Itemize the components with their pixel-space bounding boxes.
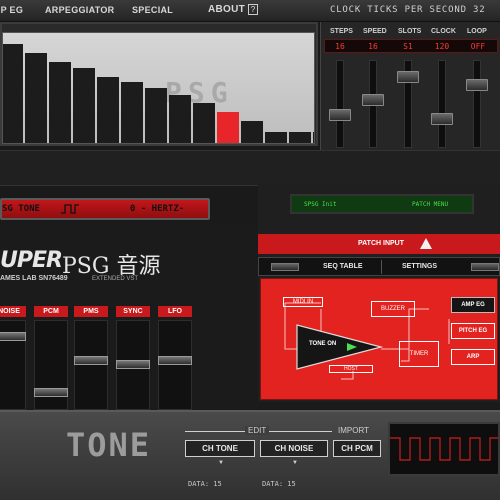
- patch-input-label: PATCH INPUT: [358, 240, 405, 247]
- tone-name: SG TONE: [2, 204, 40, 214]
- patch-routing-area: MIDI IN BUZZER TONE ON TIMER HOST AMP EG…: [260, 278, 498, 400]
- sequencer-slider-knob[interactable]: [329, 109, 351, 122]
- tab-divider: [381, 260, 382, 274]
- buzzer-node[interactable]: BUZZER: [371, 301, 415, 317]
- import-label: IMPORT: [338, 426, 369, 435]
- triangle-up-icon: [420, 238, 432, 249]
- about-help-icon[interactable]: ?: [248, 4, 258, 15]
- oscilloscope: [388, 422, 500, 476]
- middle-strip: [0, 150, 500, 186]
- channel-fader-slot[interactable]: [158, 320, 192, 410]
- clock-value[interactable]: 120: [427, 42, 457, 51]
- bar-column[interactable]: [193, 103, 215, 143]
- channel-fader-knob[interactable]: [116, 360, 150, 369]
- square-wave-scope: [390, 437, 498, 461]
- bottom-bar: TONE EDIT IMPORT CH TONE CH NOISE CH PCM…: [0, 410, 500, 500]
- bar-column[interactable]: [313, 132, 314, 143]
- channel-fader-knob[interactable]: [0, 332, 26, 341]
- slots-value[interactable]: S1: [393, 42, 423, 51]
- loop-header: LOOP: [467, 28, 487, 35]
- tone-on-node[interactable]: [295, 323, 385, 371]
- bar-column[interactable]: [49, 62, 71, 143]
- patch-name: SPSG Init: [304, 201, 337, 208]
- bar-column[interactable]: [265, 132, 287, 143]
- bar-column[interactable]: [241, 121, 263, 143]
- patch-input-bar[interactable]: PATCH INPUT: [258, 234, 500, 254]
- settings-toggle[interactable]: [471, 263, 499, 271]
- ch-tone-arrow-icon[interactable]: ▼: [218, 460, 224, 466]
- loop-value[interactable]: OFF: [463, 42, 493, 51]
- host-node[interactable]: HOST: [329, 365, 373, 373]
- bar-column[interactable]: [3, 44, 23, 143]
- menu-about[interactable]: ABOUT: [208, 4, 245, 15]
- channel-fader-knob[interactable]: [158, 356, 192, 365]
- logo-extended: EXTENDED VST: [92, 276, 139, 282]
- tone-display[interactable]: SG TONE 0 - HERTZ-: [0, 198, 210, 220]
- bar-column[interactable]: [97, 77, 119, 143]
- edit-label: EDIT: [245, 426, 270, 435]
- pitch-eg-node[interactable]: PITCH EG: [451, 323, 495, 339]
- tab-settings[interactable]: SETTINGS: [402, 263, 437, 270]
- bar-column[interactable]: [289, 132, 311, 143]
- channel-fader-slot[interactable]: [74, 320, 108, 410]
- patch-tabs: SEQ TABLE SETTINGS: [258, 257, 500, 276]
- steps-value[interactable]: 16: [325, 42, 355, 51]
- sequencer-slider-track[interactable]: [336, 60, 344, 148]
- sequencer-slider-knob[interactable]: [397, 71, 419, 84]
- slots-header: SLOTS: [398, 28, 422, 35]
- menu-special[interactable]: SPECIAL: [132, 5, 173, 15]
- patch-menu-button[interactable]: PATCH MENU: [412, 201, 448, 208]
- timer-node[interactable]: TIMER: [399, 341, 439, 367]
- tone-frequency: 0 - HERTZ-: [130, 204, 185, 214]
- clock-ticks-label: CLOCK TICKS PER SECOND 32: [330, 5, 486, 15]
- ch-noise-data: DATA: 15: [262, 480, 296, 488]
- logo-subtitle: AMES LAB SN76489: [0, 275, 68, 282]
- tab-seq-table[interactable]: SEQ TABLE: [323, 263, 363, 270]
- left-body: UPER PSG 音源 AMES LAB SN76489 EXTENDED VS…: [0, 224, 258, 410]
- channel-label: NOISE: [0, 306, 26, 317]
- bar-display-frame: PSG: [0, 22, 318, 146]
- tone-on-label: TONE ON: [309, 341, 337, 347]
- sequencer-slider-knob[interactable]: [466, 79, 488, 91]
- menu-amp-eg[interactable]: AMP EG: [0, 5, 23, 15]
- sequencer-slider-track[interactable]: [438, 60, 446, 148]
- channel-label: PMS: [74, 306, 108, 317]
- square-wave-icon: [61, 204, 79, 214]
- speed-header: SPEED: [363, 28, 387, 35]
- sequencer-slider-knob[interactable]: [362, 94, 384, 107]
- bar-column[interactable]: [73, 68, 95, 143]
- bar-display-screen[interactable]: PSG: [2, 32, 315, 144]
- channel-label: SYNC: [116, 306, 150, 317]
- bar-column[interactable]: [25, 53, 47, 143]
- ch-noise-arrow-icon[interactable]: ▼: [292, 460, 298, 466]
- midi-in-node[interactable]: MIDI IN: [283, 297, 323, 307]
- speed-value[interactable]: 16: [358, 42, 388, 51]
- clock-header: CLOCK: [431, 28, 456, 35]
- patch-lcd[interactable]: SPSG Init PATCH MENU: [290, 194, 474, 214]
- channel-fader-knob[interactable]: [74, 356, 108, 365]
- ch-tone-data: DATA: 15: [188, 480, 222, 488]
- bar-column[interactable]: [217, 112, 239, 143]
- top-menu-bar: AMP EG ARPEGGIATOR SPECIAL ABOUT ? CLOCK…: [0, 0, 500, 22]
- sequencer-slider-track[interactable]: [473, 60, 481, 148]
- ch-pcm-button[interactable]: CH PCM: [333, 440, 381, 457]
- tone-big-label: TONE: [66, 426, 152, 464]
- patch-panel: SPSG Init PATCH MENU PATCH INPUT SEQ TAB…: [258, 184, 500, 402]
- steps-header: STEPS: [330, 28, 353, 35]
- channel-label: PCM: [34, 306, 68, 317]
- bar-column[interactable]: [169, 95, 191, 143]
- sequencer-slider-knob[interactable]: [431, 113, 453, 126]
- seq-table-toggle[interactable]: [271, 263, 299, 271]
- ch-noise-button[interactable]: CH NOISE: [260, 440, 328, 457]
- ch-tone-button[interactable]: CH TONE: [185, 440, 255, 457]
- amp-eg-node[interactable]: AMP EG: [451, 297, 495, 313]
- arp-node[interactable]: ARP: [451, 349, 495, 365]
- channel-label: LFO: [158, 306, 192, 317]
- bar-column[interactable]: [121, 82, 143, 143]
- logo-super-text: UPER: [0, 248, 63, 273]
- bar-column[interactable]: [145, 88, 167, 143]
- sequencer-panel: STEPS SPEED SLOTS CLOCK LOOP 16 16 S1 12…: [320, 22, 500, 157]
- menu-arpeggiator[interactable]: ARPEGGIATOR: [45, 5, 114, 15]
- channel-fader-knob[interactable]: [34, 388, 68, 397]
